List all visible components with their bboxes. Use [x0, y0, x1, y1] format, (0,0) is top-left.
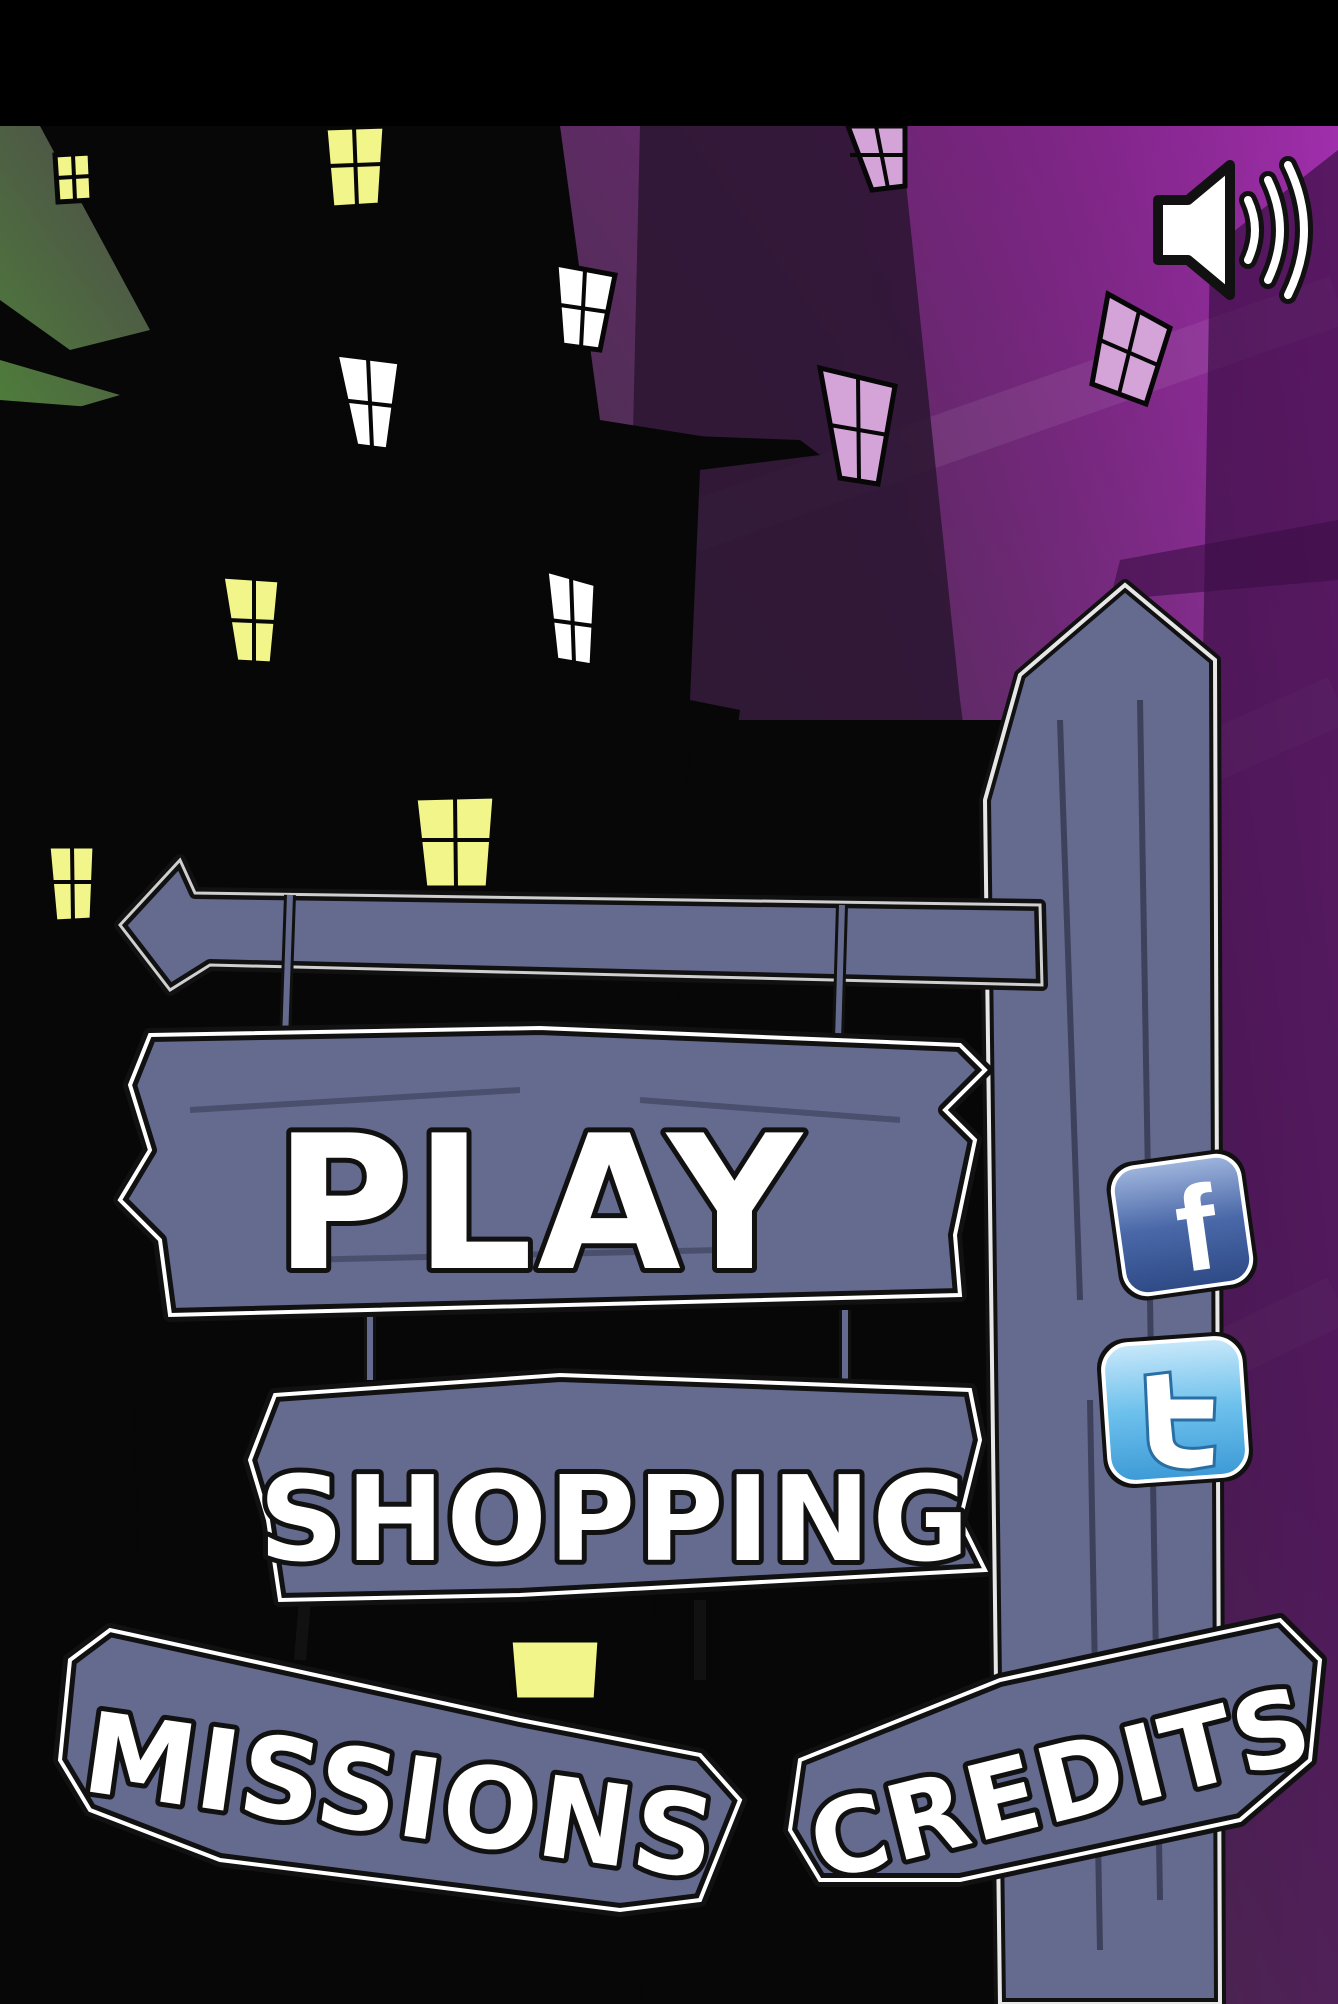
shopping-button[interactable]: SHOPPING: [243, 1368, 992, 1607]
shopping-label: SHOPPING: [259, 1450, 972, 1588]
menu-scene: PLAY SHOPPING MISSIONS CREDITS f: [0, 126, 1338, 2004]
twitter-button[interactable]: [1095, 1330, 1255, 1490]
facebook-button[interactable]: f: [1103, 1146, 1261, 1304]
game-main-menu: PLAY SHOPPING MISSIONS CREDITS f: [0, 0, 1338, 2004]
play-button[interactable]: PLAY: [113, 1021, 992, 1322]
play-label: PLAY: [274, 1095, 806, 1312]
status-bar: [0, 0, 1338, 126]
